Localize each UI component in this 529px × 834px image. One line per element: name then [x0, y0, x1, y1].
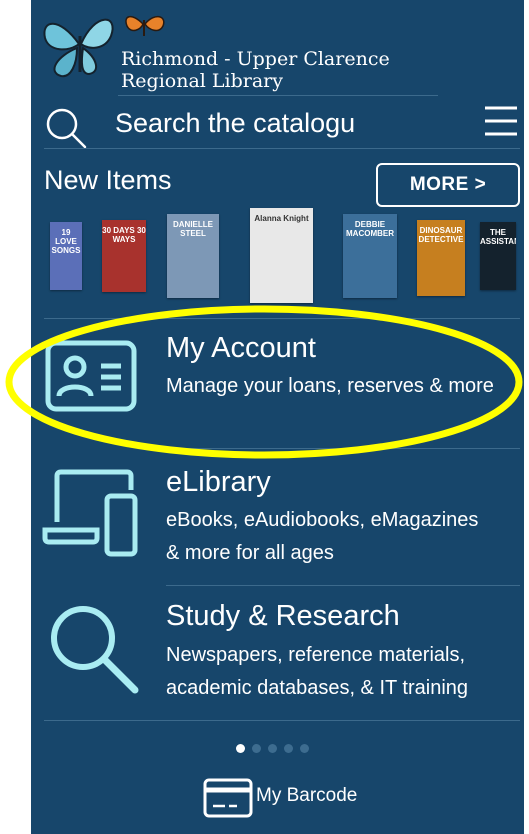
book-cover[interactable]: DEBBIE MACOMBER [343, 214, 397, 298]
pagination-dot-active[interactable] [236, 744, 245, 753]
book-cover-title: DEBBIE MACOMBER [346, 220, 394, 238]
pagination-dot[interactable] [284, 744, 293, 753]
menu-divider [44, 720, 520, 721]
pagination-dot[interactable] [300, 744, 309, 753]
menu-item-subtitle: Manage your loans, reserves & more [166, 375, 494, 397]
pagination-dot[interactable] [268, 744, 277, 753]
book-cover[interactable]: 19 LOVE SONGS [50, 222, 82, 290]
more-button[interactable]: MORE > [376, 163, 520, 207]
menu-item-subtitle: academic databases, & IT training [166, 677, 469, 699]
book-cover[interactable]: 30 DAYS 30 WAYS [102, 220, 146, 292]
book-cover[interactable]: DINOSAUR DETECTIVE [417, 220, 465, 296]
pagination-dot[interactable] [252, 744, 261, 753]
magnifier-icon [51, 606, 139, 694]
book-cover[interactable]: DANIELLE STEEL [167, 214, 219, 298]
menu-divider [166, 585, 520, 586]
book-cover-title: 19 LOVE SONGS [51, 228, 81, 255]
menu-item-subtitle: eBooks, eAudiobooks, eMagazines [166, 509, 479, 531]
barcode-card-icon [203, 778, 253, 818]
book-cover-title: 30 DAYS 30 WAYS [102, 226, 146, 244]
book-cover-title: THE ASSISTANT [480, 228, 516, 246]
book-cover-title: DANIELLE STEEL [173, 220, 213, 238]
search-icon[interactable] [43, 105, 89, 151]
header-divider [118, 95, 438, 96]
my-barcode-label: My Barcode [256, 785, 358, 806]
book-cover[interactable]: THE ASSISTANT [480, 222, 516, 290]
hamburger-menu-icon[interactable] [483, 104, 519, 138]
menu-item-title: Study & Research [166, 600, 400, 632]
library-name-line1: Richmond - Upper Clarence [121, 48, 390, 70]
devices-icon [42, 469, 138, 557]
pagination-dots [236, 744, 309, 753]
book-cover[interactable]: Alanna Knight [250, 208, 313, 303]
library-name-line2: Regional Library [121, 70, 283, 92]
menu-item-title: eLibrary [166, 466, 271, 498]
book-cover-title: DINOSAUR DETECTIVE [418, 226, 464, 244]
menu-item-title: My Account [166, 332, 316, 364]
menu-item-subtitle: Newspapers, reference materials, [166, 644, 466, 666]
book-cover-title: Alanna Knight [254, 214, 309, 223]
app-screen: Richmond - Upper Clarence Regional Libra… [31, 0, 524, 834]
new-items-title: New Items [44, 165, 172, 195]
search-input[interactable]: Search the catalogu [115, 105, 415, 145]
library-name: Richmond - Upper Clarence Regional Libra… [121, 48, 390, 92]
search-divider [44, 148, 520, 149]
menu-item-subtitle: & more for all ages [166, 542, 334, 564]
menu-divider [166, 448, 520, 449]
covers-divider [44, 318, 520, 319]
id-card-icon [45, 340, 137, 412]
